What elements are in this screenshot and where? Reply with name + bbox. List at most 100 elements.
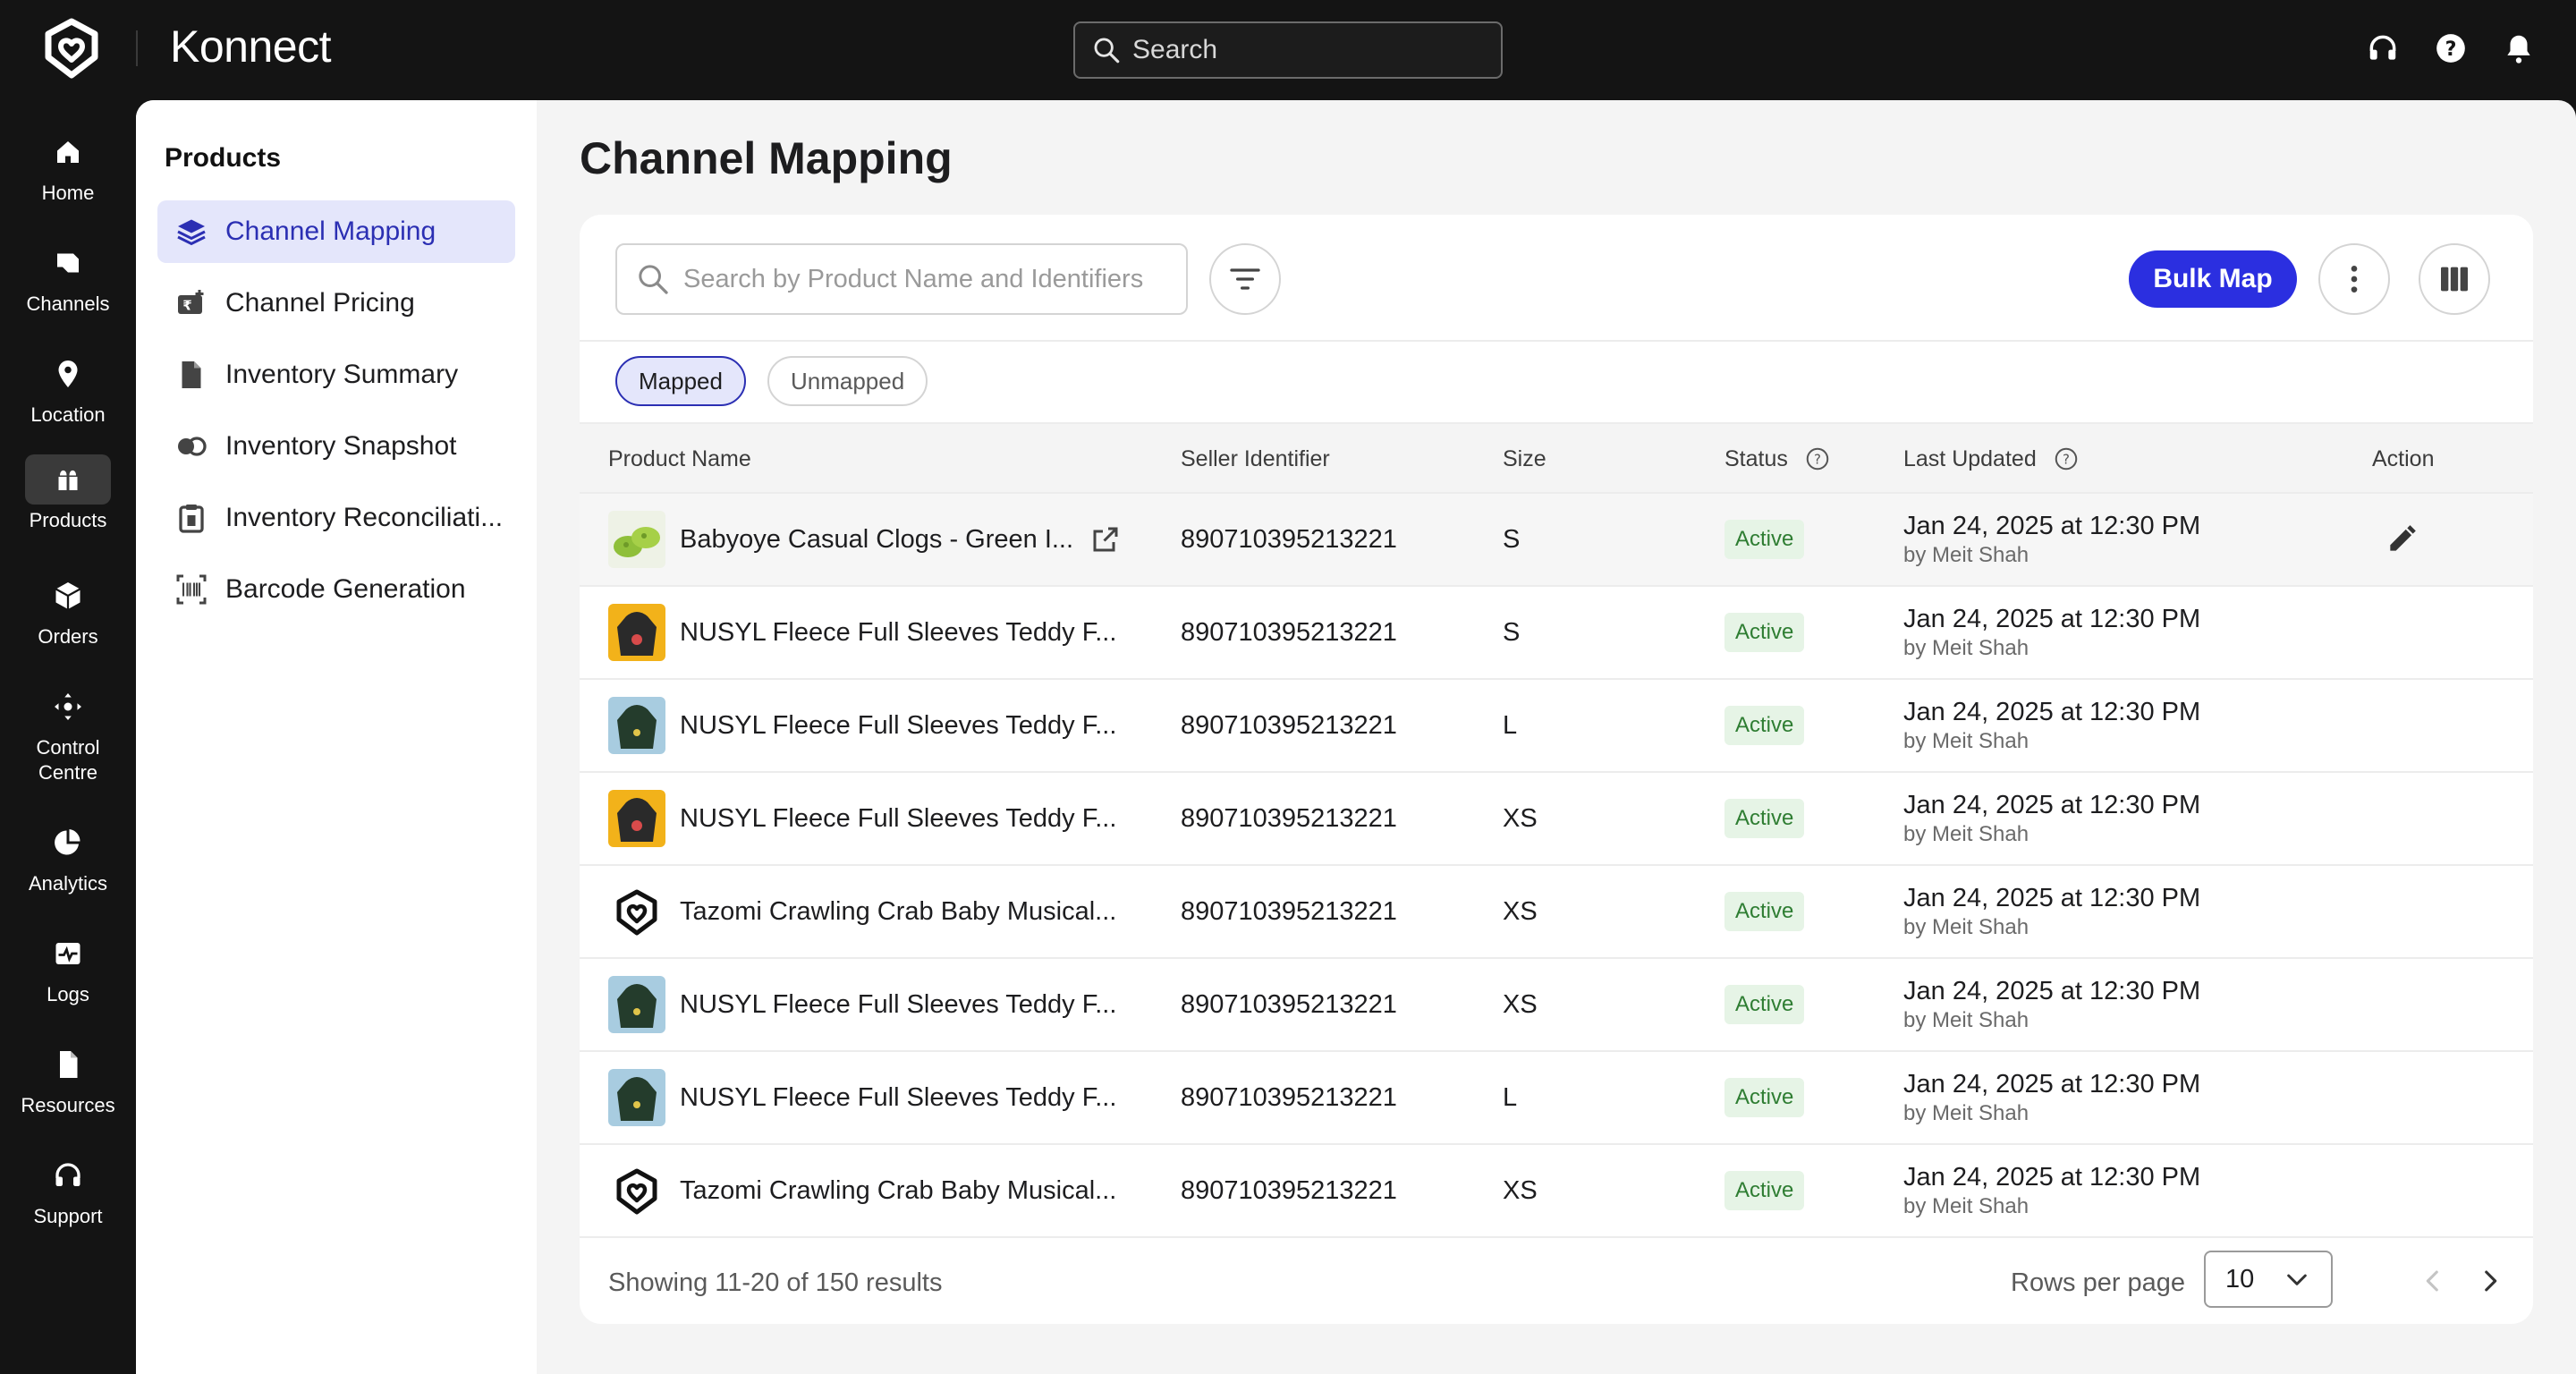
status-badge: Active bbox=[1724, 1171, 1805, 1210]
product-name[interactable]: NUSYL Fleece Full Sleeves Teddy F... bbox=[680, 990, 1116, 1020]
col-product-name[interactable]: Product Name bbox=[608, 424, 751, 494]
product-search[interactable] bbox=[615, 243, 1188, 315]
status-badge: Active bbox=[1724, 1078, 1805, 1117]
chevron-right-icon bbox=[2485, 1270, 2497, 1292]
product-search-input[interactable] bbox=[683, 264, 1184, 294]
product-name[interactable]: Tazomi Crawling Crab Baby Musical... bbox=[680, 1176, 1116, 1206]
nav-label: Control Centre bbox=[36, 736, 100, 784]
product-name[interactable]: Babyoye Casual Clogs - Green I... bbox=[680, 525, 1073, 555]
subnav-item-barcode-generation[interactable]: Barcode Generation bbox=[157, 558, 515, 621]
product-cell: NUSYL Fleece Full Sleeves Teddy F... bbox=[608, 773, 1116, 864]
nav-logs[interactable]: Logs bbox=[0, 929, 136, 1007]
tab-mapped[interactable]: Mapped bbox=[615, 356, 746, 406]
subnav-item-inventory-snapshot[interactable]: Inventory Snapshot bbox=[157, 415, 515, 478]
prev-page-button[interactable] bbox=[2415, 1263, 2451, 1299]
col-seller-identifier[interactable]: Seller Identifier bbox=[1181, 424, 1330, 494]
info-icon[interactable]: ? bbox=[1804, 445, 1831, 472]
status-badge: Active bbox=[1724, 799, 1805, 838]
nav-support[interactable]: Support bbox=[0, 1150, 136, 1229]
table-row[interactable]: NUSYL Fleece Full Sleeves Teddy F... 8907… bbox=[580, 959, 2533, 1052]
last-updated-cell: Jan 24, 2025 at 12:30 PM by Meit Shah bbox=[1903, 1145, 2200, 1236]
product-name[interactable]: NUSYL Fleece Full Sleeves Teddy F... bbox=[680, 804, 1116, 834]
document-icon bbox=[182, 361, 201, 388]
home-icon bbox=[25, 127, 111, 177]
filter-icon bbox=[1230, 268, 1260, 290]
product-cell: Babyoye Casual Clogs - Green I... bbox=[608, 494, 1122, 585]
pricing-icon: ₹ bbox=[178, 290, 204, 314]
rows-per-page-value: 10 bbox=[2225, 1264, 2255, 1293]
size-value: L bbox=[1503, 1082, 1518, 1112]
orders-icon bbox=[25, 571, 111, 621]
table-row[interactable]: Babyoye Casual Clogs - Green I... 8907103… bbox=[580, 494, 2533, 587]
bell-icon[interactable] bbox=[2501, 30, 2537, 66]
chevron-left-icon bbox=[2426, 1270, 2438, 1292]
status-cell: Active bbox=[1724, 587, 1805, 678]
konnect-logo-icon[interactable] bbox=[39, 16, 104, 81]
table-row[interactable]: NUSYL Fleece Full Sleeves Teddy F... 8907… bbox=[580, 1052, 2533, 1145]
info-icon[interactable]: ? bbox=[2053, 445, 2080, 472]
main-nav-rail: Home Channels Location Products Orders C… bbox=[0, 100, 136, 1374]
status-badge: Active bbox=[1724, 520, 1805, 559]
help-icon[interactable]: ? bbox=[2433, 30, 2469, 66]
product-name[interactable]: NUSYL Fleece Full Sleeves Teddy F... bbox=[680, 618, 1116, 648]
product-name[interactable]: NUSYL Fleece Full Sleeves Teddy F... bbox=[680, 711, 1116, 741]
status-badge: Active bbox=[1724, 613, 1805, 652]
global-search-input[interactable] bbox=[1132, 35, 1472, 65]
layers-icon bbox=[177, 219, 206, 246]
product-cell: NUSYL Fleece Full Sleeves Teddy F... bbox=[608, 680, 1116, 771]
more-options-button[interactable] bbox=[2318, 243, 2390, 315]
product-thumbnail bbox=[608, 883, 665, 940]
subnav-item-inventory-reconciliation[interactable]: Inventory Reconciliati... bbox=[157, 487, 515, 549]
headset-icon[interactable] bbox=[2365, 30, 2401, 66]
top-icons: ? bbox=[2365, 30, 2537, 66]
subnav-item-channel-mapping[interactable]: Channel Mapping bbox=[157, 200, 515, 263]
updated-date: Jan 24, 2025 at 12:30 PM bbox=[1903, 1162, 2201, 1192]
product-name[interactable]: Tazomi Crawling Crab Baby Musical... bbox=[680, 897, 1116, 927]
table-row[interactable]: Tazomi Crawling Crab Baby Musical... 8907… bbox=[580, 866, 2533, 959]
edit-icon[interactable] bbox=[2385, 522, 2419, 556]
filter-button[interactable] bbox=[1209, 243, 1281, 315]
product-thumbnail bbox=[608, 1069, 665, 1126]
size-value: XS bbox=[1503, 803, 1538, 833]
product-thumbnail bbox=[608, 511, 665, 568]
table-row[interactable]: NUSYL Fleece Full Sleeves Teddy F... 8907… bbox=[580, 680, 2533, 773]
logo-divider bbox=[136, 30, 138, 66]
next-page-button[interactable] bbox=[2472, 1263, 2508, 1299]
nav-analytics[interactable]: Analytics bbox=[0, 818, 136, 896]
updated-date: Jan 24, 2025 at 12:30 PM bbox=[1903, 697, 2201, 726]
table-row[interactable]: Tazomi Crawling Crab Baby Musical... 8907… bbox=[580, 1145, 2533, 1238]
col-size[interactable]: Size bbox=[1503, 424, 1546, 494]
nav-label: Home bbox=[41, 182, 95, 204]
bulk-map-button[interactable]: Bulk Map bbox=[2129, 250, 2297, 308]
nav-control-centre[interactable]: Control Centre bbox=[0, 682, 136, 785]
subnav-item-inventory-summary[interactable]: Inventory Summary bbox=[157, 344, 515, 406]
col-status[interactable]: Status ? bbox=[1724, 424, 1831, 494]
nav-channels[interactable]: Channels bbox=[0, 238, 136, 317]
seller-identifier: 890710395213221 bbox=[1181, 1082, 1397, 1112]
col-last-updated[interactable]: Last Updated ? bbox=[1903, 424, 2080, 494]
product-name[interactable]: NUSYL Fleece Full Sleeves Teddy F... bbox=[680, 1083, 1116, 1113]
global-search[interactable] bbox=[1073, 21, 1503, 79]
last-updated-cell: Jan 24, 2025 at 12:30 PM by Meit Shah bbox=[1903, 1052, 2200, 1143]
nav-location[interactable]: Location bbox=[0, 349, 136, 428]
chevron-down-icon bbox=[2287, 1274, 2307, 1285]
rows-per-page-select[interactable]: 10 bbox=[2204, 1251, 2333, 1308]
product-cell: NUSYL Fleece Full Sleeves Teddy F... bbox=[608, 959, 1116, 1050]
nav-products[interactable]: Products bbox=[0, 454, 136, 533]
subnav-item-channel-pricing[interactable]: ₹ Channel Pricing bbox=[157, 272, 515, 335]
nav-home[interactable]: Home bbox=[0, 127, 136, 206]
external-link-icon[interactable] bbox=[1089, 523, 1122, 556]
product-thumbnail bbox=[608, 604, 665, 661]
snapshot-icon bbox=[178, 437, 207, 456]
page-title: Channel Mapping bbox=[580, 133, 953, 183]
columns-button[interactable] bbox=[2419, 243, 2490, 315]
tab-unmapped[interactable]: Unmapped bbox=[767, 356, 928, 406]
product-thumbnail bbox=[608, 976, 665, 1033]
table-row[interactable]: NUSYL Fleece Full Sleeves Teddy F... 8907… bbox=[580, 587, 2533, 680]
subnav-label: Channel Mapping bbox=[225, 216, 436, 246]
table-row[interactable]: NUSYL Fleece Full Sleeves Teddy F... 8907… bbox=[580, 773, 2533, 866]
nav-orders[interactable]: Orders bbox=[0, 571, 136, 649]
nav-resources[interactable]: Resources bbox=[0, 1039, 136, 1118]
products-subnav: Products Channel Mapping ₹ Channel Prici… bbox=[136, 100, 537, 1374]
updated-by: by Meit Shah bbox=[1903, 914, 2029, 939]
